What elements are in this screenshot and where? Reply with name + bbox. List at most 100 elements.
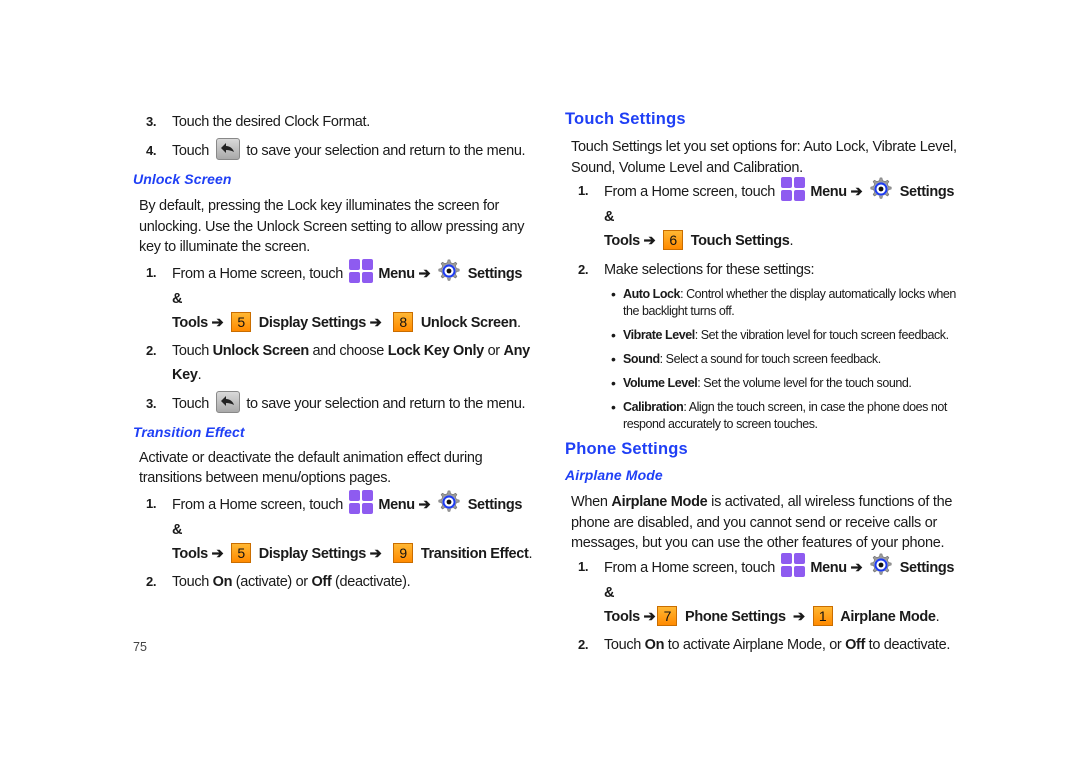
page-number: 75 <box>133 640 147 654</box>
unlock-screen-heading: Unlock Screen <box>133 171 232 187</box>
period: . <box>517 314 521 331</box>
step-text: From a Home screen, touch <box>604 559 775 576</box>
step-number: 1. <box>146 495 157 511</box>
transition-step-2: 2. Touch On (activate) or Off (deactivat… <box>127 570 533 594</box>
bullet-term: Auto Lock <box>623 287 681 301</box>
airplane-mode-heading: Airplane Mode <box>565 467 663 483</box>
phone-settings-heading: Phone Settings <box>565 440 688 458</box>
period: . <box>935 608 940 625</box>
step-text: (deactivate). <box>335 573 411 590</box>
transition-step-1: 1. From a Home screen, touch Menu ➔ Sett… <box>127 489 533 566</box>
touch-settings-heading: Touch Settings <box>565 110 686 128</box>
unlock-screen-paragraph: By default, pressing the Lock key illumi… <box>139 198 525 255</box>
step-number: 3. <box>146 114 157 129</box>
step-text: to deactivate. <box>868 636 951 653</box>
arrow-icon: ➔ <box>211 545 224 562</box>
bullet-desc: : Set the vibration level for touch scre… <box>694 328 949 342</box>
step-text: From a Home screen, touch <box>172 265 343 282</box>
list-item: Volume Level: Set the volume level for t… <box>611 375 965 392</box>
transition-effect-paragraph: Activate or deactivate the default anima… <box>139 449 483 487</box>
bold-term: Off <box>311 573 332 590</box>
bullet-term: Volume Level <box>623 376 698 390</box>
menu-label: Menu <box>810 559 847 576</box>
back-icon <box>215 390 240 413</box>
gear-icon <box>868 176 894 202</box>
display-settings-label: Display Settings <box>258 545 367 562</box>
step-number: 1. <box>578 183 589 198</box>
arrow-icon: ➔ <box>850 559 863 576</box>
display-settings-label: Display Settings <box>258 314 367 331</box>
step-text: Touch <box>604 636 641 653</box>
key-5-icon: 5 <box>231 542 252 563</box>
step-number: 3. <box>146 395 157 411</box>
list-item: Auto Lock: Control whether the display a… <box>611 286 965 320</box>
transition-effect-label: Transition Effect <box>420 545 529 562</box>
key-8-icon: 8 <box>393 311 414 332</box>
unlock-step-1: 1. From a Home screen, touch Menu ➔ Sett… <box>127 258 533 335</box>
unlock-step-2: 2. Touch Unlock Screen and choose Lock K… <box>127 339 533 387</box>
bold-term: On <box>644 636 665 653</box>
bullet-term: Sound <box>623 352 660 366</box>
arrow-icon: ➔ <box>418 496 431 513</box>
touch-step-1: 1. From a Home screen, touch Menu ➔ Sett… <box>559 176 965 253</box>
step-text: (activate) or <box>235 573 308 590</box>
menu-icon <box>780 177 805 201</box>
period: . <box>197 366 202 383</box>
menu-label: Menu <box>810 183 847 200</box>
step-number: 2. <box>146 573 157 589</box>
step-text: Touch <box>172 573 209 590</box>
touch-settings-label: Touch Settings <box>690 233 790 249</box>
list-item: Calibration: Align the touch screen, in … <box>611 399 965 433</box>
gear-icon <box>436 489 462 515</box>
step-text: Make selections for these settings: <box>604 262 815 278</box>
bold-term: Unlock Screen <box>212 342 310 359</box>
unlock-screen-label: Unlock Screen <box>420 314 518 331</box>
step-text: or <box>487 342 501 359</box>
step-number: 2. <box>578 262 589 277</box>
bold-term: On <box>212 573 233 590</box>
menu-icon <box>348 258 373 283</box>
key-1-icon: 1 <box>812 605 833 626</box>
step-text: and choose <box>312 342 385 359</box>
bullet-term: Calibration <box>623 400 684 414</box>
arrow-icon: ➔ <box>643 608 656 625</box>
step-text: to activate Airplane Mode, or <box>667 636 842 653</box>
key-7-icon: 7 <box>657 605 678 626</box>
touch-settings-paragraph: Touch Settings let you set options for: … <box>571 139 957 176</box>
touch-step-2: 2. Make selections for these settings: <box>559 258 965 282</box>
bullet-term: Vibrate Level <box>623 328 695 342</box>
tools-label: Tools <box>172 314 208 331</box>
arrow-icon: ➔ <box>418 265 431 282</box>
airplane-step-1: 1. From a Home screen, touch Menu ➔ Sett… <box>559 552 965 629</box>
step-number: 1. <box>146 264 157 280</box>
period: . <box>528 545 533 562</box>
list-item: Sound: Select a sound for touch screen f… <box>611 351 965 368</box>
airplane-step-2: 2. Touch On to activate Airplane Mode, o… <box>559 633 965 657</box>
menu-label: Menu <box>378 265 415 282</box>
arrow-icon: ➔ <box>369 545 382 562</box>
airplane-mode-paragraph: When Airplane Mode is activated, all wir… <box>571 492 965 554</box>
bold-term: Lock Key Only <box>387 342 485 359</box>
key-6-icon: 6 <box>663 230 684 251</box>
step-text: From a Home screen, touch <box>604 183 775 200</box>
phone-settings-label: Phone Settings <box>685 608 786 625</box>
step-number: 1. <box>578 558 589 574</box>
right-column: Touch Settings Touch Settings let you se… <box>565 110 965 657</box>
key-5-icon: 5 <box>231 311 252 332</box>
transition-effect-heading: Transition Effect <box>133 423 245 440</box>
menu-icon <box>348 489 373 514</box>
step-text: Touch the desired Clock Format. <box>172 114 370 130</box>
arrow-icon: ➔ <box>211 314 224 331</box>
arrow-icon: ➔ <box>850 183 863 200</box>
step-number: 4. <box>146 143 157 158</box>
unlock-step-3: 3. Touch to save your selection and retu… <box>127 390 533 416</box>
step-number: 2. <box>146 342 157 358</box>
bullet-desc: : Set the volume level for the touch sou… <box>697 376 912 390</box>
step-clock-format: 3. Touch the desired Clock Format. <box>127 110 533 134</box>
step-text: to save your selection and return to the… <box>246 143 526 159</box>
gear-icon <box>436 258 462 284</box>
list-item: Vibrate Level: Set the vibration level f… <box>611 327 965 344</box>
arrow-icon: ➔ <box>643 233 656 249</box>
arrow-icon: ➔ <box>369 314 382 331</box>
step-text: Touch <box>172 342 209 359</box>
